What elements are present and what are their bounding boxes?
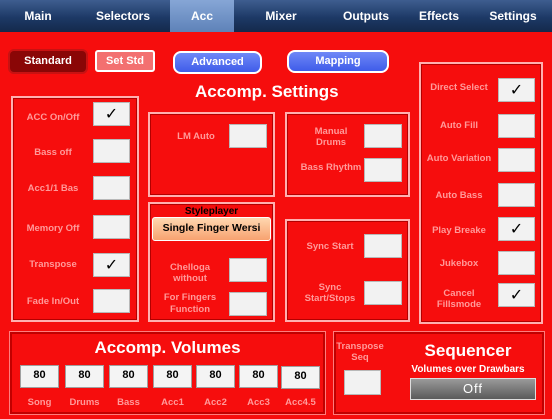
chelloga-checkbox[interactable] [229,258,267,282]
cancel-fillsmode-label: Cancel Fillsmode [436,288,482,310]
advanced-button[interactable]: Advanced [173,51,262,74]
bass-off-checkbox[interactable] [93,139,130,163]
volume-bass[interactable]: 80 [109,365,148,388]
sync-start-stops-label: Sync Start/Stops [304,282,356,304]
tab-settings[interactable]: Settings [474,0,552,32]
auto-bass-label: Auto Bass [435,190,483,201]
standard-button[interactable]: Standard [8,49,88,74]
jukebox-checkbox[interactable] [498,251,535,275]
memory-off-checkbox[interactable] [93,215,130,239]
auto-fill-checkbox[interactable] [498,114,535,138]
volume-acc2[interactable]: 80 [196,365,235,388]
sequencer-off-button[interactable]: Off [410,378,536,400]
volume-acc2-label: Acc2 [204,397,227,408]
manual-drums-label: Manual Drums [314,126,348,148]
cancel-fillsmode-checkbox[interactable]: ✓ [498,283,535,307]
fade-inout-checkbox[interactable] [93,289,130,313]
bass-rhythm-label: Bass Rhythm [300,162,362,173]
sync-start-stops-checkbox[interactable] [364,281,402,305]
volume-acc4-5[interactable]: 80 [281,366,320,389]
styleplayer-select[interactable]: Single Finger Wersi [152,217,271,241]
bass-off-label: Bass off [34,147,72,158]
tab-acc[interactable]: Acc [170,0,234,32]
styleplayer-title: Styleplayer [184,206,239,217]
volumes-over-drawbars-label: Volumes over Drawbars [411,364,525,375]
accomp-volumes-title: Accomp. Volumes [94,338,241,357]
volume-song-label: Song [27,397,52,408]
set-std-button[interactable]: Set Std [95,50,155,72]
function-label: Function [169,304,211,315]
chelloga-label: Chelloga without [169,262,211,284]
volume-acc1-label: Acc1 [161,397,184,408]
direct-select-checkbox[interactable]: ✓ [498,78,535,102]
sync-start-checkbox[interactable] [364,234,402,258]
lm-auto-checkbox[interactable] [229,124,267,148]
check-icon: ✓ [509,287,524,304]
acc1-1-bas-checkbox[interactable] [93,176,130,200]
sync-start-label: Sync Start [306,241,354,252]
acc-onoff-checkbox[interactable]: ✓ [93,102,130,126]
play-breake-checkbox[interactable]: ✓ [498,217,535,241]
play-breake-label: Play Breake [432,225,486,236]
tab-main[interactable]: Main [0,0,76,32]
accomp-settings-title: Accomp. Settings [195,82,339,101]
sequencer-title: Sequencer [424,341,512,360]
auto-variation-label: Auto Variation [426,153,492,164]
bass-rhythm-checkbox[interactable] [364,158,402,182]
jukebox-label: Jukebox [439,258,479,269]
tab-effects[interactable]: Effects [404,0,474,32]
lm-auto-label: LM Auto [177,131,215,142]
volume-acc1[interactable]: 80 [153,365,192,388]
acc-onoff-label: ACC On/Off [26,112,80,123]
volume-acc4-5-label: Acc4.5 [285,397,316,408]
manual-drums-checkbox[interactable] [364,124,402,148]
direct-select-label: Direct Select [430,82,488,93]
acc1-1-bas-label: Acc1/1 Bas [27,183,79,194]
volume-bass-label: Bass [117,397,140,408]
volume-song[interactable]: 80 [20,365,59,388]
volume-acc3[interactable]: 80 [239,365,278,388]
check-icon: ✓ [509,221,524,238]
tab-selectors[interactable]: Selectors [76,0,170,32]
check-icon: ✓ [104,106,119,123]
tab-bar: Main Selectors Acc Mixer Outputs Effects… [0,0,552,32]
memory-off-label: Memory Off [26,223,80,234]
transpose-label: Transpose [29,259,77,270]
transpose-seq-label: Transpose Seq [336,341,384,363]
transpose-seq-field[interactable] [344,370,381,395]
auto-variation-checkbox[interactable] [498,148,535,172]
tab-outputs[interactable]: Outputs [328,0,404,32]
transpose-checkbox[interactable]: ✓ [93,253,130,277]
mapping-button[interactable]: Mapping [287,50,389,73]
auto-bass-checkbox[interactable] [498,183,535,207]
check-icon: ✓ [104,257,119,274]
function-checkbox[interactable] [229,292,267,316]
check-icon: ✓ [509,82,524,99]
fade-inout-label: Fade In/Out [26,296,80,307]
auto-fill-label: Auto Fill [440,120,478,131]
tab-mixer[interactable]: Mixer [234,0,328,32]
volume-drums-label: Drums [69,397,100,408]
volume-drums[interactable]: 80 [65,365,104,388]
volume-acc3-label: Acc3 [247,397,270,408]
for-fingers-label: For Fingers [163,292,217,303]
